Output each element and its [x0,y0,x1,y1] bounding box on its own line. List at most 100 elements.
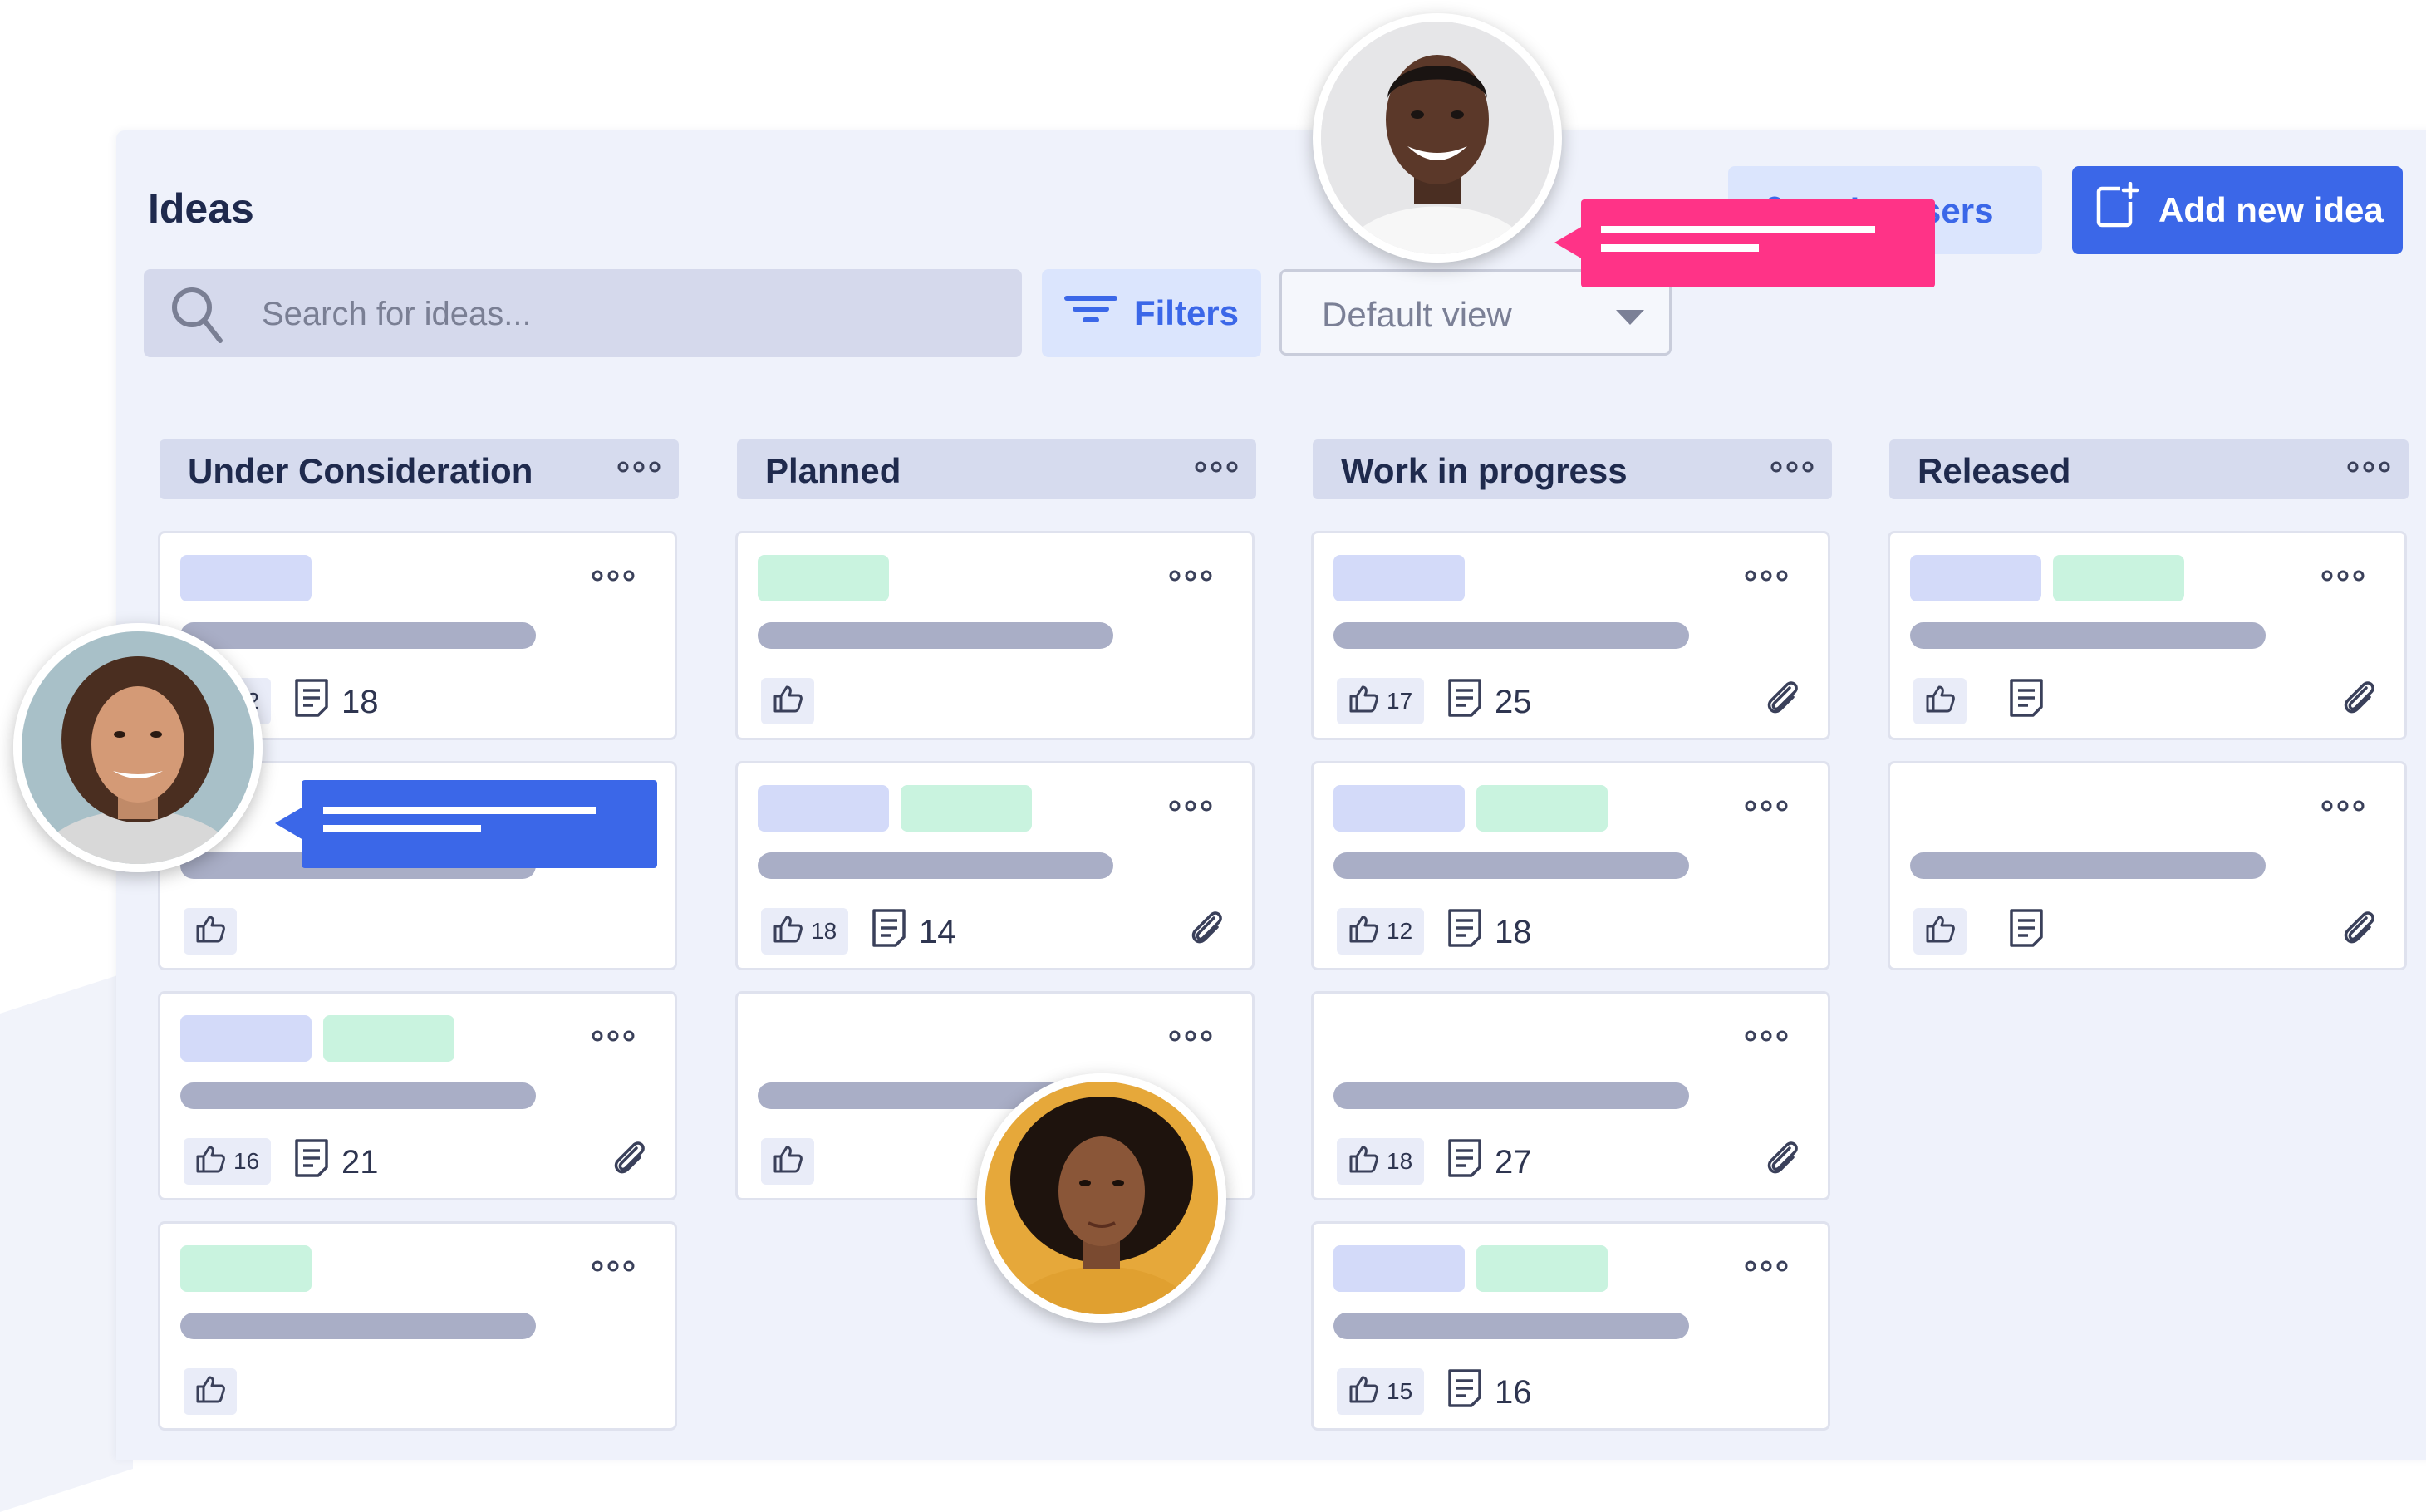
comment-count: 27 [1495,1143,1532,1181]
tag-badge [323,1015,454,1062]
like-button[interactable] [761,678,814,724]
user-avatar-woman-curly [13,623,263,872]
tag-badge [1333,785,1465,832]
column-title: Planned [765,451,901,490]
title-placeholder-bar [1333,1082,1689,1109]
more-dots-icon[interactable] [2321,800,2365,816]
like-button[interactable] [761,1138,814,1185]
add-new-idea-button[interactable]: Add new idea [2072,166,2403,254]
more-dots-icon[interactable] [1195,461,1238,477]
thumbs-up-icon [773,915,803,949]
more-dots-icon[interactable] [592,1260,635,1276]
more-dots-icon[interactable] [592,1030,635,1046]
more-dots-icon[interactable] [2321,570,2365,586]
bubble-pointer [1554,226,1583,259]
title-placeholder-bar [180,1313,536,1339]
idea-card[interactable] [1888,531,2407,740]
thumbs-up-icon [195,1375,225,1409]
like-button[interactable]: 17 [1337,678,1425,724]
paperclip-icon [2341,910,2378,952]
idea-card[interactable]: 17 25 [1311,531,1830,740]
view-select-value: Default view [1322,295,1512,334]
comments-count: 25 [1446,679,1532,724]
thumbs-up-icon [195,1145,225,1179]
tag-badge [1333,555,1465,601]
paperclip-icon [611,1140,648,1182]
chevron-down-icon [1616,310,1644,325]
tag-badge [2053,555,2184,601]
more-dots-icon[interactable] [1745,1030,1788,1046]
background-shape [0,970,133,1512]
more-dots-icon[interactable] [1169,570,1212,586]
tag-badge [901,785,1032,832]
comment-icon [2008,677,2045,727]
comments-count [2008,909,2045,955]
thumbs-up-icon [773,1145,803,1179]
more-dots-icon[interactable] [2347,461,2390,477]
like-button[interactable] [184,908,237,955]
title-placeholder-bar [1333,852,1689,879]
tag-badge [1476,1245,1608,1292]
paperclip-icon [1765,1140,1801,1182]
more-dots-icon[interactable] [1770,461,1814,477]
more-dots-icon[interactable] [592,570,635,586]
more-dots-icon[interactable] [1745,1260,1788,1276]
filters-label: Filters [1133,293,1240,332]
more-dots-icon[interactable] [1745,800,1788,816]
thumbs-up-icon [1348,1145,1378,1179]
paperclip-icon [2341,680,2378,722]
idea-card[interactable]: 12 18 [1311,761,1830,970]
filters-button[interactable]: Filters [1042,269,1261,357]
comment-bubble-pink [1554,199,1935,287]
like-button[interactable]: 16 [184,1138,272,1185]
thumbs-up-icon [1925,685,1955,719]
user-avatar-man [1313,13,1562,263]
thumbs-up-icon [1348,685,1378,719]
like-button[interactable]: 18 [1337,1138,1425,1185]
comments-count: 16 [1446,1367,1532,1417]
idea-card[interactable]: 18 27 [1311,991,1830,1200]
title-placeholder-bar [1910,622,2266,649]
comment-count: 14 [919,913,956,950]
idea-card[interactable] [1888,761,2407,970]
idea-card[interactable]: 16 21 [158,991,677,1200]
comment-icon [1446,907,1483,957]
tag-badge [758,785,889,832]
tag-badge [758,555,889,601]
comments-count: 14 [871,909,956,955]
thumbs-up-icon [1348,915,1378,949]
title-placeholder-bar [180,1082,536,1109]
like-button[interactable]: 18 [761,908,849,955]
title-placeholder-bar [758,622,1113,649]
more-dots-icon[interactable] [1745,570,1788,586]
search-input[interactable] [260,284,994,344]
paperclip-icon [1765,680,1801,722]
idea-card[interactable]: 18 14 [735,761,1255,970]
like-button[interactable]: 15 [1337,1368,1425,1415]
idea-card[interactable] [158,1221,677,1431]
comment-icon [293,1137,330,1187]
like-button[interactable]: 12 [1337,908,1425,955]
like-count: 12 [1387,918,1413,944]
tag-badge [180,555,312,601]
tag-badge [180,1015,312,1062]
comment-icon [1446,1367,1483,1417]
thumbs-up-icon [195,915,225,949]
more-dots-icon[interactable] [1169,800,1212,816]
more-dots-icon[interactable] [617,461,661,477]
like-button[interactable] [1913,678,1967,724]
comments-count [2008,677,2045,727]
like-button[interactable] [184,1368,237,1415]
like-button[interactable] [1913,908,1967,955]
idea-card[interactable]: 15 16 [1311,1221,1830,1431]
title-placeholder-bar [180,622,536,649]
comment-bubble-blue [275,780,657,868]
title-placeholder-bar [758,852,1113,879]
more-dots-icon[interactable] [1169,1030,1212,1046]
column-header: Released [1889,439,2409,499]
add-idea-icon [2094,181,2139,238]
tag-badge [1333,1245,1465,1292]
idea-card[interactable] [735,531,1255,740]
column-header: Under Consideration [160,439,679,499]
search-bar[interactable] [144,269,1022,357]
